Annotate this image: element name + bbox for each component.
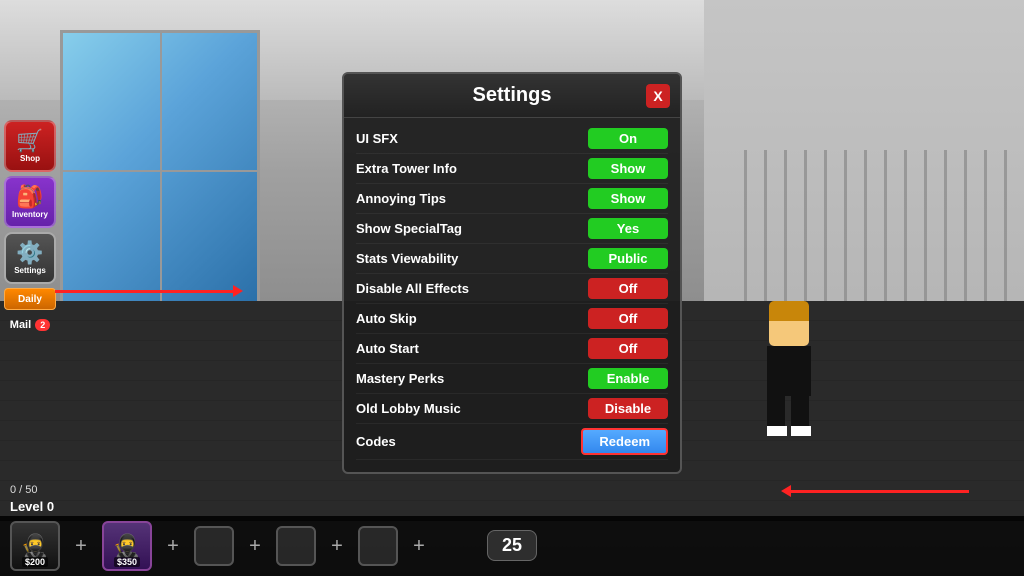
inventory-button[interactable]: 🎒 Inventory (4, 176, 56, 228)
setting-row-ui_sfx: UI SFX On (356, 124, 668, 154)
mail-badge: 2 (35, 319, 50, 331)
setting-value-codes[interactable]: Redeem (581, 428, 668, 455)
add-hero-4-button[interactable]: + (322, 531, 352, 561)
hero-1-icon: 🥷 (21, 533, 48, 559)
char-body (767, 346, 811, 396)
setting-row-disable_all_effects: Disable All Effects Off (356, 274, 668, 304)
setting-row-show_special_tag: Show SpecialTag Yes (356, 214, 668, 244)
add-hero-3-button[interactable]: + (240, 531, 270, 561)
window-left (60, 30, 260, 310)
xp-display: 0 / 50 (10, 484, 38, 496)
setting-label-codes: Codes (356, 434, 396, 449)
daily-label: Daily (18, 294, 42, 305)
setting-value-old_lobby_music[interactable]: Disable (588, 398, 668, 419)
arrow-right (789, 490, 969, 493)
setting-row-extra_tower_info: Extra Tower Info Show (356, 154, 668, 184)
add-hero-2-button[interactable]: + (158, 531, 188, 561)
setting-value-extra_tower_info[interactable]: Show (588, 158, 668, 179)
char-hair (769, 301, 809, 321)
daily-button[interactable]: Daily (4, 288, 56, 310)
setting-value-disable_all_effects[interactable]: Off (588, 278, 668, 299)
setting-value-auto_start[interactable]: Off (588, 338, 668, 359)
setting-label-ui_sfx: UI SFX (356, 131, 398, 146)
char-legs (754, 396, 824, 436)
setting-row-codes: Codes Redeem (356, 424, 668, 460)
level-display: Level 0 (10, 499, 54, 514)
setting-label-stats_viewability: Stats Viewability (356, 251, 458, 266)
setting-row-annoying_tips: Annoying Tips Show (356, 184, 668, 214)
setting-value-ui_sfx[interactable]: On (588, 128, 668, 149)
setting-value-show_special_tag[interactable]: Yes (588, 218, 668, 239)
hero-1-price: $200 (22, 557, 48, 567)
hero-slot-1[interactable]: 🥷 $200 (10, 521, 60, 571)
settings-button[interactable]: ⚙️ Settings (4, 232, 56, 284)
setting-value-stats_viewability[interactable]: Public (588, 248, 668, 269)
shop-button[interactable]: 🛒 Shop (4, 120, 56, 172)
setting-label-annoying_tips: Annoying Tips (356, 191, 446, 206)
shop-label: Shop (20, 154, 40, 163)
hero-slot-empty-2[interactable] (276, 526, 316, 566)
char-shoe-left (767, 426, 787, 436)
hero-slot-empty-3[interactable] (358, 526, 398, 566)
setting-label-show_special_tag: Show SpecialTag (356, 221, 462, 236)
settings-label: Settings (14, 266, 46, 275)
inventory-icon: 🎒 (16, 186, 43, 208)
character (754, 306, 824, 436)
setting-value-mastery_perks[interactable]: Enable (588, 368, 668, 389)
setting-label-extra_tower_info: Extra Tower Info (356, 161, 457, 176)
char-shoe-right (791, 426, 811, 436)
settings-modal: Settings X UI SFXOnExtra Tower InfoShowA… (342, 72, 682, 474)
setting-value-annoying_tips[interactable]: Show (588, 188, 668, 209)
setting-row-mastery_perks: Mastery Perks Enable (356, 364, 668, 394)
sidebar: 🛒 Shop 🎒 Inventory ⚙️ Settings Daily Mai… (0, 120, 60, 336)
bottom-bar: 🥷 $200 + 🥷 $350 + + + + 25 (0, 516, 1024, 576)
modal-title: Settings (356, 84, 668, 107)
setting-label-old_lobby_music: Old Lobby Music (356, 401, 461, 416)
hero-2-icon: 🥷 (113, 533, 140, 559)
shop-icon: 🛒 (16, 130, 43, 152)
modal-header: Settings X (344, 74, 680, 118)
setting-row-auto_start: Auto Start Off (356, 334, 668, 364)
setting-label-auto_skip: Auto Skip (356, 311, 417, 326)
inventory-label: Inventory (12, 210, 48, 219)
settings-list: UI SFXOnExtra Tower InfoShowAnnoying Tip… (344, 118, 680, 460)
center-number: 25 (487, 530, 537, 561)
add-hero-1-button[interactable]: + (66, 531, 96, 561)
close-button[interactable]: X (646, 84, 670, 108)
hero-slot-empty-1[interactable] (194, 526, 234, 566)
arrow-left (55, 290, 235, 293)
setting-row-auto_skip: Auto Skip Off (356, 304, 668, 334)
char-head (769, 306, 809, 346)
setting-label-disable_all_effects: Disable All Effects (356, 281, 469, 296)
mail-label: Mail (10, 319, 31, 331)
setting-label-auto_start: Auto Start (356, 341, 419, 356)
add-hero-5-button[interactable]: + (404, 531, 434, 561)
setting-value-auto_skip[interactable]: Off (588, 308, 668, 329)
setting-row-old_lobby_music: Old Lobby Music Disable (356, 394, 668, 424)
hero-2-price: $350 (114, 557, 140, 567)
setting-row-stats_viewability: Stats Viewability Public (356, 244, 668, 274)
mail-button[interactable]: Mail 2 (4, 314, 56, 336)
setting-label-mastery_perks: Mastery Perks (356, 371, 444, 386)
settings-icon: ⚙️ (16, 242, 43, 264)
hero-slot-2[interactable]: 🥷 $350 (102, 521, 152, 571)
